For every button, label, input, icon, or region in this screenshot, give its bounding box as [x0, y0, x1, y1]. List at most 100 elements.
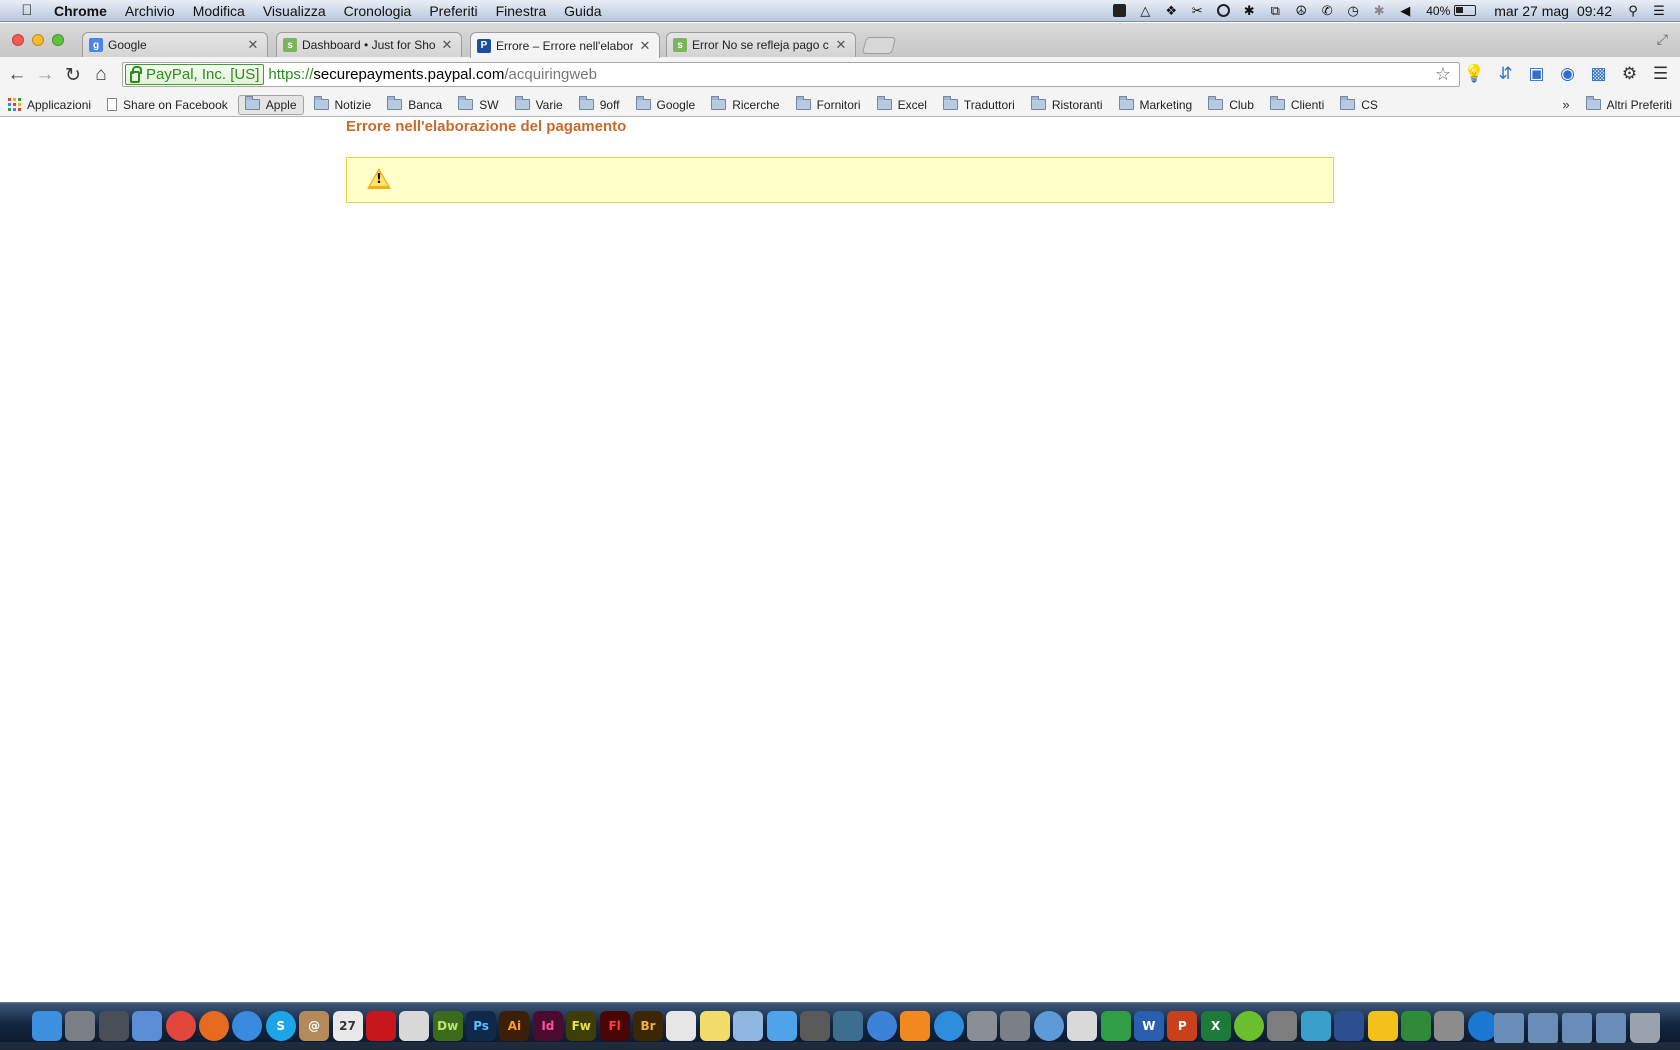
- phone-tray-icon[interactable]: ✆: [1314, 0, 1340, 22]
- tab-close-icon[interactable]: ✕: [247, 37, 259, 53]
- cast-extension-icon[interactable]: ▩: [1583, 61, 1614, 87]
- time-machine-icon[interactable]: ◷: [1340, 0, 1366, 22]
- bookmark-folder-clienti[interactable]: Clienti: [1262, 95, 1332, 115]
- gear-extension-icon[interactable]: ⚙: [1614, 61, 1645, 87]
- tab-google[interactable]: g Google ✕: [82, 32, 268, 57]
- acrobat-icon[interactable]: [365, 1011, 396, 1041]
- bluetooth-share-tray-icon[interactable]: ✱: [1236, 0, 1262, 22]
- tab-error-pago[interactable]: s Error No se refleja pago co ✕: [666, 32, 856, 57]
- ev-certificate-badge[interactable]: PayPal, Inc. [US]: [125, 64, 265, 85]
- globe-extension-icon[interactable]: ◉: [1552, 61, 1583, 87]
- bookmarks-overflow-chevron[interactable]: »: [1554, 97, 1577, 112]
- mail-icon[interactable]: [132, 1011, 163, 1041]
- bookmark-folder-club[interactable]: Club: [1200, 95, 1262, 115]
- menu-clock[interactable]: mar 27 mag 09:42: [1486, 3, 1620, 19]
- tab-paypal-error[interactable]: P Errore – Errore nell'elabora ✕: [470, 32, 660, 58]
- volume-icon[interactable]: ◀: [1392, 0, 1418, 22]
- excel-mac-icon[interactable]: [1401, 1011, 1432, 1041]
- photoshop-icon[interactable]: Ps: [466, 1011, 497, 1041]
- fullscreen-icon[interactable]: ⤢: [1657, 31, 1668, 48]
- tab-close-icon[interactable]: ✕: [835, 37, 847, 53]
- menu-cronologia[interactable]: Cronologia: [335, 0, 421, 22]
- system-preferences-icon[interactable]: [966, 1011, 997, 1041]
- home-button[interactable]: ⌂: [87, 61, 115, 89]
- spotify-icon[interactable]: [1234, 1011, 1265, 1041]
- bookmark-folder-cs[interactable]: CS: [1332, 95, 1386, 115]
- lightbulb-extension-icon[interactable]: 💡: [1459, 61, 1490, 87]
- excel-icon[interactable]: X: [1200, 1011, 1231, 1041]
- window-close-button[interactable]: [12, 34, 24, 46]
- scissors-tray-icon[interactable]: ✂: [1184, 0, 1210, 22]
- bookmark-folder-banca[interactable]: Banca: [379, 95, 450, 115]
- acrobat-reader-icon[interactable]: [399, 1011, 430, 1041]
- illustrator-icon[interactable]: Ai: [499, 1011, 530, 1041]
- menu-modifica[interactable]: Modifica: [184, 0, 254, 22]
- tab-close-icon[interactable]: ✕: [441, 37, 453, 53]
- fireworks-icon[interactable]: Fw: [566, 1011, 597, 1041]
- skype-icon[interactable]: S: [265, 1011, 296, 1041]
- bookmark-folder-marketing[interactable]: Marketing: [1111, 95, 1201, 115]
- bookmark-folder-apple[interactable]: Apple: [237, 94, 304, 115]
- bookmark-folder-notizie[interactable]: Notizie: [306, 95, 380, 115]
- itunes-icon[interactable]: [866, 1011, 897, 1041]
- notification-center-icon[interactable]: ☰: [1646, 0, 1672, 22]
- indesign-icon[interactable]: Id: [532, 1011, 563, 1041]
- bridge-icon[interactable]: Br: [633, 1011, 664, 1041]
- calendar-icon[interactable]: 27: [332, 1011, 363, 1041]
- transfer-extension-icon[interactable]: ⇵: [1490, 61, 1521, 87]
- finder-icon[interactable]: [32, 1011, 62, 1041]
- trash-icon[interactable]: [1630, 1013, 1660, 1043]
- bookmark-folder-google[interactable]: Google: [628, 95, 704, 115]
- back-button[interactable]: ←: [3, 61, 31, 89]
- ibooks-icon[interactable]: [900, 1011, 931, 1041]
- evernote-tray-icon[interactable]: [1106, 0, 1132, 22]
- tab-dashboard[interactable]: s Dashboard • Just for Shop ✕: [276, 32, 462, 57]
- bluetooth-icon[interactable]: ✱: [1366, 0, 1392, 22]
- chrome-icon[interactable]: [165, 1011, 196, 1041]
- google-drive-icon[interactable]: [1100, 1011, 1131, 1041]
- chrome-menu-icon[interactable]: ☰: [1645, 61, 1676, 87]
- tab-close-icon[interactable]: ✕: [639, 38, 651, 54]
- address-bar[interactable]: PayPal, Inc. [US] https://securepayments…: [122, 62, 1460, 87]
- virtualbox-icon[interactable]: [1334, 1011, 1365, 1041]
- menu-archivio[interactable]: Archivio: [116, 0, 184, 22]
- flash-icon[interactable]: Fl: [599, 1011, 630, 1041]
- bookmark-folder-9off[interactable]: 9off: [571, 95, 628, 115]
- folder-stack-icon[interactable]: [1528, 1013, 1558, 1043]
- skype-tray-icon[interactable]: [1210, 0, 1236, 22]
- notes-icon[interactable]: [699, 1011, 730, 1041]
- bookmark-star-icon[interactable]: ☆: [1435, 64, 1451, 85]
- tools-icon[interactable]: [1434, 1011, 1465, 1041]
- google-drive-tray-icon[interactable]: △: [1132, 0, 1158, 22]
- facetime-icon[interactable]: [799, 1011, 830, 1041]
- bookmark-folder-other[interactable]: Altri Preferiti: [1578, 95, 1680, 115]
- menu-preferiti[interactable]: Preferiti: [420, 0, 486, 22]
- folder-stack-icon[interactable]: [1562, 1013, 1592, 1043]
- url-text[interactable]: https://securepayments.paypal.com/acquir…: [268, 66, 597, 83]
- bookmark-folder-fornitori[interactable]: Fornitori: [788, 95, 869, 115]
- iphoto-icon[interactable]: [833, 1011, 864, 1041]
- powerpoint-icon[interactable]: P: [1167, 1011, 1198, 1041]
- script-editor-icon[interactable]: [1067, 1011, 1098, 1041]
- bookmark-folder-sw[interactable]: SW: [450, 95, 506, 115]
- forward-button[interactable]: →: [31, 61, 59, 89]
- dropbox-tray-icon[interactable]: ❖: [1158, 0, 1184, 22]
- mamp-icon[interactable]: [1300, 1011, 1331, 1041]
- bookmark-share-facebook[interactable]: Share on Facebook: [99, 95, 236, 115]
- window-minimize-button[interactable]: [32, 34, 44, 46]
- mission-control-icon[interactable]: [98, 1011, 129, 1041]
- bookmark-folder-traduttori[interactable]: Traduttori: [935, 95, 1023, 115]
- preview-icon[interactable]: [733, 1011, 764, 1041]
- dreamweaver-icon[interactable]: Dw: [432, 1011, 463, 1041]
- app-store-icon[interactable]: [933, 1011, 964, 1041]
- bookmark-folder-excel[interactable]: Excel: [869, 95, 935, 115]
- cyberduck-icon[interactable]: [1367, 1011, 1398, 1041]
- battery-icon[interactable]: [1454, 5, 1477, 16]
- reload-button[interactable]: ↻: [59, 61, 87, 89]
- word-icon[interactable]: W: [1133, 1011, 1164, 1041]
- apple-menu-icon[interactable]: : [0, 2, 54, 19]
- airport-icon[interactable]: [1033, 1011, 1064, 1041]
- safari-icon[interactable]: [232, 1011, 263, 1041]
- new-tab-button[interactable]: [861, 37, 897, 54]
- bookmark-folder-varie[interactable]: Varie: [507, 95, 571, 115]
